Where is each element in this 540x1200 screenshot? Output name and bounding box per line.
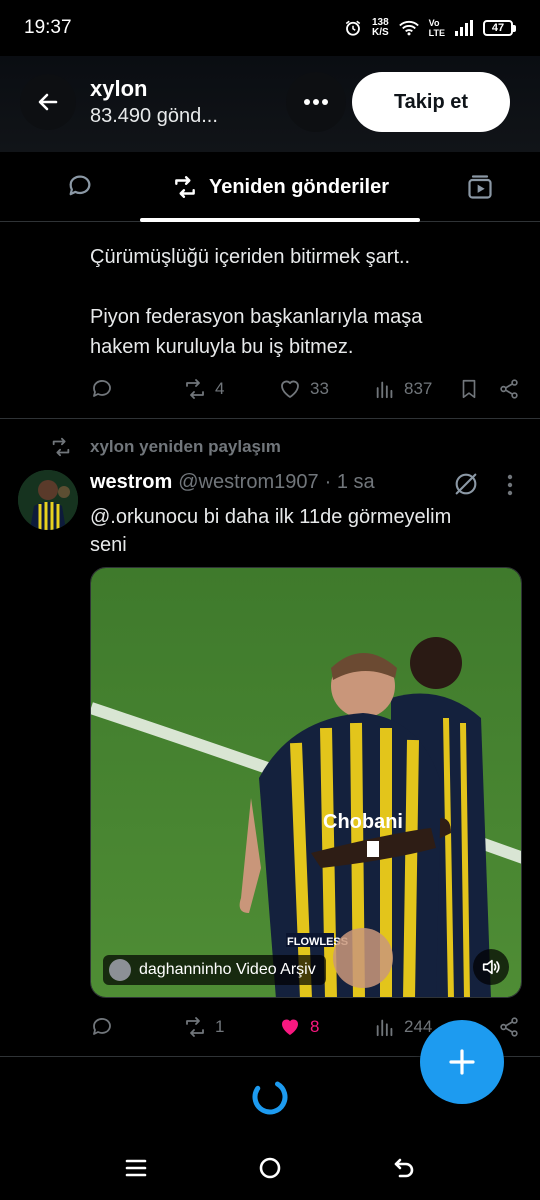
menu-icon	[125, 1159, 147, 1177]
post2-reply-button[interactable]	[90, 1012, 114, 1042]
repost-icon	[52, 437, 70, 457]
post-options-button[interactable]	[500, 473, 520, 502]
profile-tabs: Yeniden gönderiler	[0, 152, 540, 222]
post2-like-button[interactable]: 8	[278, 1012, 319, 1042]
battery-level: 47	[483, 20, 513, 36]
volume-icon	[482, 959, 500, 975]
post1-repost-button[interactable]: 4	[183, 374, 224, 404]
post1-views-button[interactable]: 837	[374, 374, 432, 404]
reply-icon	[93, 1018, 111, 1035]
tweet-text-line2: seni	[90, 534, 127, 556]
svg-text:Chobani: Chobani	[323, 811, 403, 833]
post1-reply-button[interactable]	[90, 374, 114, 404]
grok-icon	[455, 473, 477, 495]
more-options-button[interactable]	[286, 72, 346, 132]
mute-button[interactable]	[473, 949, 509, 985]
media-credit[interactable]: daghanninho Video Arşiv	[103, 955, 326, 985]
post1-bookmark-button[interactable]	[458, 374, 480, 404]
heart-filled-icon	[282, 1019, 298, 1035]
post1-repost-count: 4	[215, 379, 225, 398]
post1-text-line3: hakem kuruluyla bu iş bitmez.	[90, 336, 354, 358]
avatar[interactable]	[18, 470, 78, 530]
volte-top: Vo	[428, 18, 440, 28]
battery-icon: 47	[483, 20, 516, 36]
system-back-button[interactable]	[392, 1156, 416, 1185]
post2-views-button[interactable]: 244	[374, 1012, 432, 1042]
system-nav-bar	[0, 1140, 540, 1200]
back-button[interactable]	[20, 74, 76, 130]
post1-like-button[interactable]: 33	[278, 374, 329, 404]
chat-bubble-icon	[69, 175, 91, 196]
loading-spinner	[251, 1078, 289, 1121]
volte-indicator: Vo LTE	[429, 18, 445, 38]
status-time: 19:37	[24, 17, 72, 38]
post1-actions: 4 33 837	[90, 374, 520, 404]
arrow-left-icon	[38, 93, 58, 111]
tab-replies[interactable]	[66, 172, 94, 205]
profile-header: xylon 83.490 gönd... Takip et	[0, 56, 540, 152]
post1-view-count: 837	[404, 379, 433, 398]
post1-share-button[interactable]	[498, 374, 520, 404]
volte-bottom: LTE	[428, 28, 445, 38]
tweet-text-line1: @.orkunocu bi daha ilk 11de görmeyelim	[90, 506, 452, 528]
video-frame: Chobani FLOWLESS	[91, 568, 521, 997]
post1-text-line2: Piyon federasyon başkanlarıyla maşa	[90, 306, 423, 328]
grok-button[interactable]	[452, 470, 480, 503]
repost-indicator[interactable]: xylon yeniden paylaşım	[50, 436, 281, 458]
home-button[interactable]	[258, 1156, 282, 1185]
home-circle-icon	[259, 1157, 281, 1179]
post2-view-count: 244	[404, 1017, 433, 1036]
tab-reposts[interactable]: Yeniden gönderiler	[140, 152, 420, 222]
repost-icon	[186, 1017, 204, 1037]
more-vertical-icon	[507, 474, 513, 496]
author-name[interactable]: westrom	[90, 471, 172, 494]
views-icon	[376, 381, 393, 399]
more-horizontal-icon	[304, 99, 328, 105]
status-icons: 138 K/S Vo LTE 47	[344, 18, 516, 38]
video-player[interactable]: Chobani FLOWLESS daghanninho Video Arşiv	[90, 567, 522, 998]
post2-repost-button[interactable]: 1	[183, 1012, 224, 1042]
profile-name: xylon	[90, 76, 148, 101]
post2-repost-count: 1	[215, 1017, 225, 1036]
signal-icon	[455, 20, 473, 36]
repost-label: xylon yeniden paylaşım	[90, 437, 281, 456]
share-icon	[500, 379, 518, 399]
active-tab-indicator	[140, 218, 420, 222]
compose-button[interactable]	[420, 1020, 504, 1104]
net-speed: 138 K/S	[372, 18, 389, 38]
repost-icon	[186, 379, 204, 399]
share-icon	[500, 1017, 518, 1037]
tab-videos[interactable]	[466, 173, 494, 206]
post2-share-button[interactable]	[498, 1012, 520, 1042]
post-time: · 1 sa	[324, 471, 375, 493]
post-count: 83.490 gönd...	[90, 105, 218, 127]
bookmark-icon	[462, 379, 476, 399]
reply-icon	[93, 380, 111, 397]
heart-icon	[281, 380, 299, 398]
wifi-icon	[398, 21, 419, 36]
recent-apps-button[interactable]	[124, 1156, 148, 1185]
alarm-icon	[345, 20, 361, 36]
credit-avatar	[109, 959, 131, 981]
post2-like-count: 8	[310, 1017, 320, 1036]
video-icon	[468, 175, 492, 199]
author-handle[interactable]: @westrom1907	[178, 471, 318, 494]
follow-button[interactable]: Takip et	[352, 72, 510, 132]
post1-like-count: 33	[310, 379, 329, 398]
media-credit-label: daghanninho Video Arşiv	[139, 961, 316, 978]
post-divider	[0, 418, 540, 419]
back-icon	[394, 1158, 414, 1178]
plus-icon	[449, 1049, 475, 1075]
tweet-text: @.orkunocu bi daha ilk 11de görmeyelim s…	[90, 503, 510, 559]
status-bar: 19:37 138 K/S Vo LTE 47	[0, 0, 540, 56]
author-line: westrom @westrom1907 · 1 sa	[90, 471, 375, 494]
views-icon	[376, 1019, 393, 1037]
spinner-icon	[252, 1079, 288, 1115]
net-speed-unit: K/S	[371, 27, 389, 38]
post1-text-line1: Çürümüşlüğü içeriden bitirmek şart..	[90, 246, 411, 268]
tab-reposts-label: Yeniden gönderiler	[208, 175, 390, 198]
repost-icon	[175, 176, 195, 198]
